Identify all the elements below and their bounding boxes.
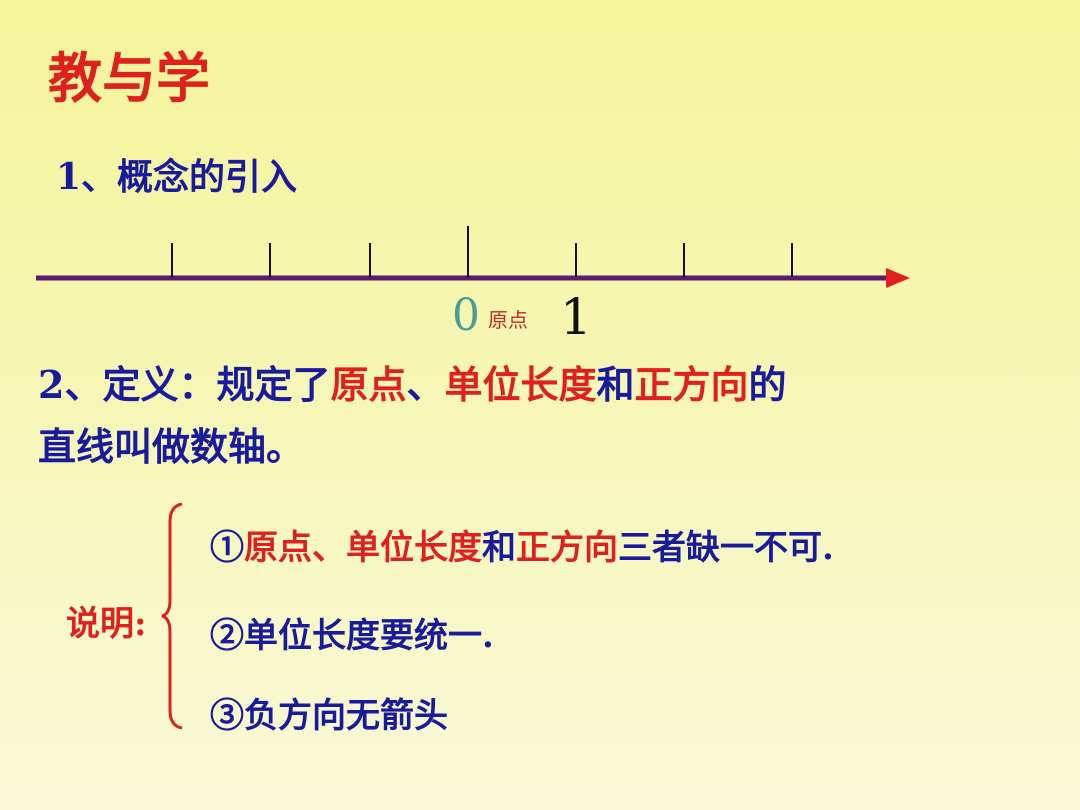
definition-text: 、 [406,362,445,407]
definition-text: 2、定义：规定了 [38,362,331,407]
explanation-note-2: ②单位长度要统一. [210,616,494,656]
explanation-label: 说明: [66,604,147,644]
note-text: ① [210,528,244,568]
note-term: 正方向 [516,528,618,568]
definition-term-unit-length: 单位长度 [444,362,597,407]
definition-term-positive-direction: 正方向 [634,362,749,407]
number-line [36,226,910,288]
definition-text: 和 [596,362,635,407]
explanation-note-1: ①原点、单位长度和正方向三者缺一不可. [210,520,834,569]
definition-term-origin: 原点 [330,362,407,407]
origin-zero-label: 0 [452,290,480,341]
definition-text: 的 [748,362,787,407]
unit-one-label: 1 [560,288,592,346]
left-brace-icon [161,502,183,730]
note-text: 和 [482,528,516,568]
definition-line-2: 直线叫做数轴。 [38,424,305,469]
note-text: 三者缺一不可. [618,528,834,568]
explanation-note-3: ③负方向无箭头 [210,696,448,736]
origin-text-label: 原点 [488,308,528,332]
note-term: 原点、单位长度 [244,528,482,568]
definition-line-1: 2、定义：规定了原点、单位长度和正方向的 [38,366,787,404]
number-line-arrowhead [886,268,910,288]
